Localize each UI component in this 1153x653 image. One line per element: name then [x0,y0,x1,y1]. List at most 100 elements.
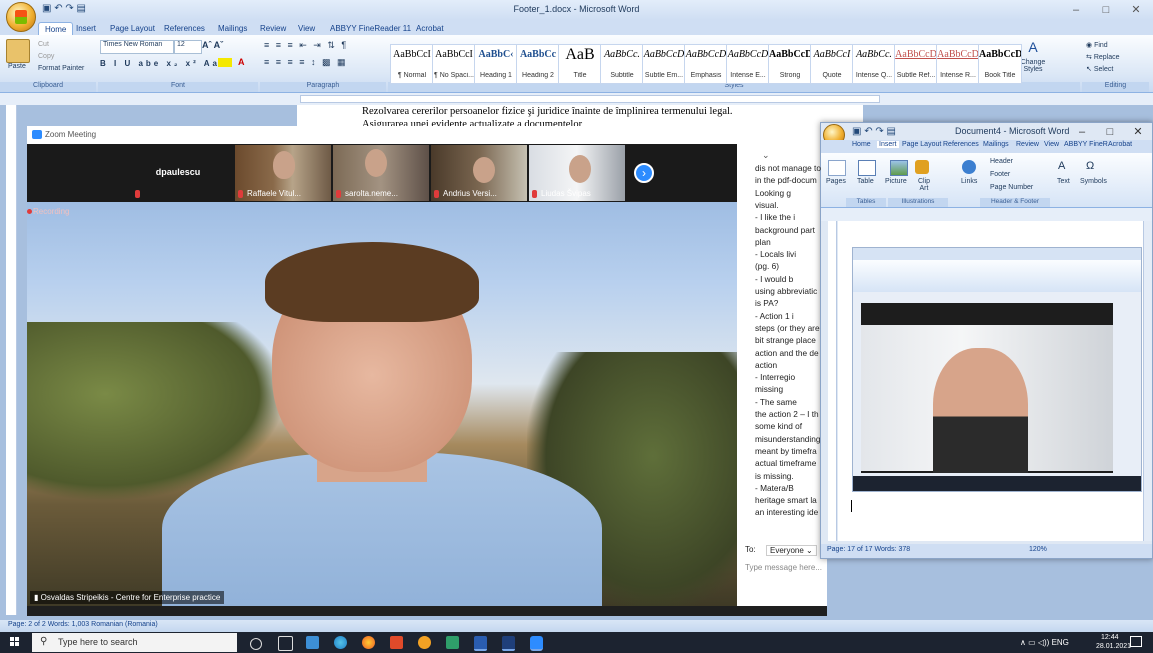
align-buttons[interactable]: ≡ ≡ ≡ ≡ ↕ ▩ ▦ [264,57,348,68]
participant-tile[interactable]: Raffaele Vitul... [235,145,331,201]
style-gallery-item[interactable]: AaB Title [558,44,602,84]
table-button[interactable]: Table [857,178,874,185]
grow-font-button[interactable]: Aˆ Aˇ [202,40,223,50]
style-gallery-item[interactable]: AaBbCcI Quote [810,44,854,84]
font-name-box[interactable]: Times New Roman [100,40,174,54]
font-format-buttons[interactable]: B I U abe x₂ x² Aa [100,59,220,68]
style-gallery-item[interactable]: AaBbCcD Intense R... [936,44,980,84]
system-tray[interactable]: ∧ ▭ ◁)) ENG [1020,638,1069,647]
footer-button[interactable]: Footer [990,171,1010,178]
copy-button[interactable]: Copy [38,53,54,60]
maximize-button[interactable]: □ [1092,2,1120,18]
tab-acrobat[interactable]: Acrobat [410,22,450,35]
style-gallery-item[interactable]: AaBbCcD Subtle Em... [642,44,686,84]
explorer-icon[interactable] [306,636,319,649]
picture-button[interactable]: Picture [885,178,907,185]
tab-home[interactable]: Home [852,141,871,148]
symbols-button[interactable]: Symbols [1080,178,1107,185]
close-button[interactable]: ✕ [1122,2,1150,18]
cut-button[interactable]: Cut [38,41,49,48]
clip-art-button[interactable]: Clip Art [914,178,934,192]
clock-time[interactable]: 12:44 [1101,634,1119,641]
style-gallery-item[interactable]: AaBbCc. Intense Q... [852,44,896,84]
photoshop-icon[interactable] [502,636,515,651]
tab-references[interactable]: References [158,22,211,35]
tab-mailings[interactable]: Mailings [212,22,253,35]
tab-references[interactable]: References [943,141,979,148]
style-gallery-item[interactable]: AaBbCc. Subtitle [600,44,644,84]
select-button[interactable]: ↖ Select [1086,65,1113,73]
maximize-button[interactable]: □ [1098,124,1122,140]
tab-insert[interactable]: Insert [877,141,899,148]
style-gallery-item[interactable]: AaBbC‹ Heading 1 [474,44,518,84]
quick-access-toolbar[interactable]: ▣ ↶ ↷ ▤ [852,126,896,139]
tab-view[interactable]: View [1044,141,1059,148]
word-icon[interactable] [474,636,487,651]
vertical-scrollbar[interactable] [1143,221,1152,541]
chat-collapse-icon[interactable]: ⌄ [762,150,770,161]
tab-page-layout[interactable]: Page Layout [104,22,161,35]
header-button[interactable]: Header [990,158,1013,165]
style-gallery-item[interactable]: AaBbCcD Emphasis [684,44,728,84]
tab-review[interactable]: Review [1016,141,1039,148]
app-icon[interactable] [418,636,431,649]
notifications-icon[interactable] [1130,636,1142,647]
horizontal-ruler[interactable] [821,208,1152,221]
tab-mailings[interactable]: Mailings [983,141,1009,148]
screenshot-taskbar [853,476,1141,491]
tab-abbyy[interactable]: ABBYY FineR [1064,141,1108,148]
chat-recipient-dropdown[interactable]: Everyone ⌄ [766,545,817,556]
links-button[interactable]: Links [961,178,977,185]
gallery-next-icon[interactable]: › [634,163,654,183]
text-button[interactable]: Text [1057,178,1070,185]
zoom-level[interactable]: 120% [1029,546,1047,553]
tab-acrobat[interactable]: Acrobat [1108,141,1132,148]
style-sample: AaBbCcI [813,49,851,60]
page-number-button[interactable]: Page Number [990,184,1033,191]
font-size-box[interactable]: 12 [174,40,202,54]
participant-tile[interactable]: Andrius Versi... [431,145,527,201]
tab-view[interactable]: View [292,22,321,35]
recording-icon [27,209,32,214]
active-speaker-video[interactable] [27,202,737,606]
style-gallery-item[interactable]: AaBbCcD Subtle Ref... [894,44,938,84]
tab-insert[interactable]: Insert [70,22,102,35]
style-name: Emphasis [690,72,722,79]
zoom-app-icon[interactable] [530,636,543,651]
style-gallery-item[interactable]: AaBbCc Heading 2 [516,44,560,84]
office-button[interactable] [6,2,36,32]
tab-home[interactable]: Home [38,22,74,36]
participant-tile[interactable]: sarolta.neme... [333,145,429,201]
style-gallery-item[interactable]: AaBbCcI ¶ Normal [390,44,434,84]
style-gallery-item[interactable]: AaBbCcD Strong [768,44,812,84]
paste-icon[interactable] [6,39,30,63]
format-painter-button[interactable]: Format Painter [38,65,84,72]
cortana-icon[interactable] [250,638,262,650]
pdf-reader-icon[interactable] [390,636,403,649]
tab-review[interactable]: Review [254,22,292,35]
chat-message-input[interactable]: Type message here... [745,563,823,572]
tab-page-layout[interactable]: Page Layout [902,141,941,148]
list-buttons[interactable]: ≡ ≡ ≡ ⇤ ⇥ ⇅ ¶ [264,40,348,51]
close-button[interactable]: ✕ [1126,124,1150,140]
task-view-icon[interactable] [278,636,293,651]
replace-button[interactable]: ⇆ Replace [1086,53,1120,61]
style-gallery-item[interactable]: AaBbCcD Intense E... [726,44,770,84]
windows-start-icon[interactable] [10,637,20,647]
minimize-button[interactable]: – [1062,2,1090,18]
style-gallery-item[interactable]: AaBbCcD Book Title [978,44,1022,84]
style-gallery-item[interactable]: AaBbCcI ¶ No Spaci... [432,44,476,84]
app-icon[interactable] [446,636,459,649]
paste-button[interactable]: Paste [8,63,26,70]
tab-abbyy[interactable]: ABBYY FineReader 11 [324,22,417,35]
edge-icon[interactable] [334,636,347,649]
firefox-icon[interactable] [362,636,375,649]
minimize-button[interactable]: – [1070,124,1094,140]
participant-tile[interactable]: dpaulescu [125,145,231,201]
clock-date[interactable]: 28.01.2021 [1096,643,1131,650]
font-color-icon[interactable]: A [238,57,245,67]
highlight-icon[interactable] [218,58,232,67]
pages-button[interactable]: Pages [826,178,846,185]
find-button[interactable]: ◉ Find [1086,41,1108,49]
participant-tile[interactable]: Liudas Švipas [529,145,625,201]
